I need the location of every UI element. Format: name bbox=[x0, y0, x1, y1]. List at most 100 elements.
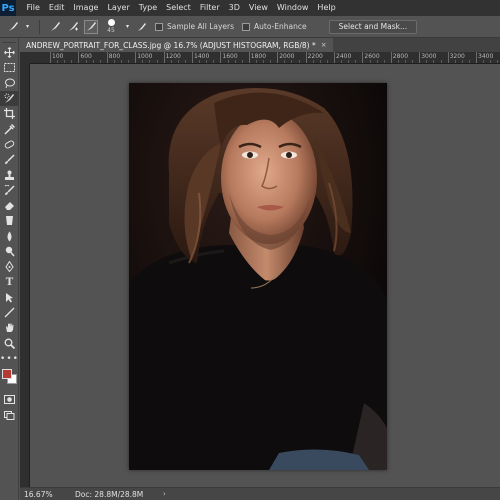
ruler-minor-tick bbox=[355, 60, 357, 63]
color-swatches[interactable] bbox=[0, 366, 19, 392]
menu-select[interactable]: Select bbox=[162, 0, 196, 16]
new-selection-icon[interactable] bbox=[48, 20, 62, 34]
eraser-tool-icon[interactable] bbox=[0, 198, 19, 213]
portrait-photo[interactable] bbox=[129, 83, 387, 470]
ruler-tick bbox=[476, 52, 477, 63]
ruler-minor-tick bbox=[348, 60, 350, 63]
ruler-label: 1600 bbox=[222, 53, 238, 60]
ruler-minor-tick bbox=[177, 60, 179, 63]
sample-all-layers-checkbox[interactable] bbox=[155, 22, 163, 31]
line-tool-icon[interactable] bbox=[0, 305, 19, 320]
vertical-ruler[interactable] bbox=[20, 64, 30, 487]
menu-3d[interactable]: 3D bbox=[224, 0, 244, 16]
quick-mask-icon[interactable] bbox=[0, 392, 19, 407]
history-brush-tool-icon[interactable] bbox=[0, 183, 19, 198]
zoom-tool-icon[interactable] bbox=[0, 336, 19, 351]
ruler-tick bbox=[135, 52, 137, 63]
screen-mode-icon[interactable] bbox=[0, 408, 19, 423]
ruler-minor-tick bbox=[291, 60, 293, 63]
ruler-tick bbox=[106, 52, 108, 63]
ruler-label: 1800 bbox=[250, 53, 267, 60]
sample-all-layers-label: Sample All Layers bbox=[167, 22, 235, 31]
auto-enhance-checkbox[interactable] bbox=[242, 22, 251, 31]
ruler-tick bbox=[192, 52, 193, 63]
tool-preset-icon[interactable] bbox=[6, 20, 20, 34]
canvas-area[interactable] bbox=[30, 64, 500, 487]
ruler-label: 2800 bbox=[392, 53, 409, 60]
chevron-down-icon[interactable]: ▾ bbox=[124, 20, 131, 34]
ruler-minor-tick bbox=[263, 60, 264, 63]
ruler-minor-tick bbox=[113, 60, 115, 63]
ruler-tick bbox=[447, 52, 449, 63]
ruler-minor-tick bbox=[149, 60, 151, 63]
brush-tool-icon[interactable] bbox=[0, 152, 19, 167]
status-menu-arrow-icon[interactable]: › bbox=[163, 490, 166, 498]
horizontal-ruler[interactable]: 100 600 800 1000 1200 1400 1600 1800 2000 2200 240… bbox=[30, 52, 500, 64]
ruler-minor-tick bbox=[468, 60, 470, 63]
foreground-color-swatch[interactable] bbox=[2, 369, 12, 380]
add-to-selection-icon[interactable] bbox=[66, 20, 80, 34]
menu-edit[interactable]: Edit bbox=[44, 0, 69, 16]
brush-settings-icon[interactable] bbox=[135, 20, 149, 34]
document-tab[interactable]: ANDREW_PORTRAIT_FOR_CLASS.jpg @ 16.7% (A… bbox=[20, 38, 333, 52]
ruler-minor-tick bbox=[234, 60, 236, 63]
hand-tool-icon[interactable] bbox=[0, 320, 19, 335]
auto-enhance-option[interactable]: Auto-Enhance bbox=[242, 22, 307, 31]
ruler-minor-tick bbox=[99, 60, 101, 63]
select-and-mask-button[interactable]: Select and Mask... bbox=[328, 19, 418, 34]
ruler-minor-tick bbox=[412, 60, 414, 63]
gradient-tool-icon[interactable] bbox=[0, 213, 19, 228]
zoom-level[interactable]: 16.67% bbox=[20, 490, 67, 499]
ruler-origin[interactable] bbox=[20, 52, 30, 64]
menu-help[interactable]: Help bbox=[313, 0, 340, 16]
ruler-minor-tick bbox=[184, 60, 186, 63]
sample-all-layers-option[interactable]: Sample All Layers bbox=[155, 22, 234, 31]
brush-picker[interactable]: 45 bbox=[104, 19, 118, 34]
ruler-label: 2200 bbox=[307, 53, 323, 60]
ruler-minor-tick bbox=[128, 60, 130, 63]
ruler-minor-tick bbox=[461, 60, 463, 63]
ruler-minor-tick bbox=[397, 60, 399, 63]
menu-bar: Ps File Edit Image Layer Type Select Fil… bbox=[0, 0, 500, 16]
ruler-minor-tick bbox=[71, 60, 73, 63]
ruler-minor-tick bbox=[142, 60, 144, 63]
ruler-minor-tick bbox=[199, 60, 201, 63]
eyedropper-tool-icon[interactable] bbox=[0, 121, 19, 136]
menu-view[interactable]: View bbox=[244, 0, 272, 16]
clone-stamp-tool-icon[interactable] bbox=[0, 167, 19, 182]
ruler-label: 2600 bbox=[364, 53, 380, 60]
chevron-down-icon[interactable]: ▾ bbox=[24, 20, 31, 34]
quick-selection-tool-icon[interactable] bbox=[0, 90, 19, 107]
menu-image[interactable]: Image bbox=[69, 0, 103, 16]
ruler-tick bbox=[248, 52, 250, 63]
type-tool-icon[interactable]: T bbox=[0, 274, 19, 289]
menu-window[interactable]: Window bbox=[272, 0, 313, 16]
more-tools-icon[interactable]: ••• bbox=[0, 351, 19, 366]
path-selection-tool-icon[interactable] bbox=[0, 290, 19, 305]
photoshop-logo: Ps bbox=[0, 0, 16, 16]
dodge-tool-icon[interactable] bbox=[0, 244, 19, 259]
ruler-tick bbox=[390, 52, 392, 63]
pen-tool-icon[interactable] bbox=[0, 259, 19, 274]
lasso-tool-icon[interactable] bbox=[0, 76, 19, 91]
ruler-minor-tick bbox=[85, 60, 87, 63]
close-icon[interactable]: × bbox=[321, 41, 327, 49]
status-bar: 16.67% Doc: 28.8M/28.8M › bbox=[20, 487, 500, 500]
blur-tool-icon[interactable] bbox=[0, 229, 19, 244]
subtract-from-selection-icon[interactable] bbox=[84, 19, 98, 34]
menu-type[interactable]: Type bbox=[134, 0, 161, 16]
crop-tool-icon[interactable] bbox=[0, 106, 19, 121]
marquee-tool-icon[interactable] bbox=[0, 60, 19, 75]
toolbar-grip[interactable] bbox=[2, 38, 16, 43]
move-tool-icon[interactable] bbox=[0, 45, 19, 60]
healing-brush-tool-icon[interactable] bbox=[0, 137, 19, 152]
ruler-minor-tick bbox=[383, 60, 385, 63]
menu-layer[interactable]: Layer bbox=[103, 0, 134, 16]
ruler-tick bbox=[277, 52, 279, 63]
ruler-label: 3000 bbox=[421, 53, 437, 60]
ruler-minor-tick bbox=[497, 60, 499, 63]
document-tab-bar: ANDREW_PORTRAIT_FOR_CLASS.jpg @ 16.7% (A… bbox=[20, 38, 500, 52]
menu-filter[interactable]: Filter bbox=[195, 0, 224, 16]
ruler-minor-tick bbox=[326, 60, 328, 63]
menu-file[interactable]: File bbox=[22, 0, 44, 16]
